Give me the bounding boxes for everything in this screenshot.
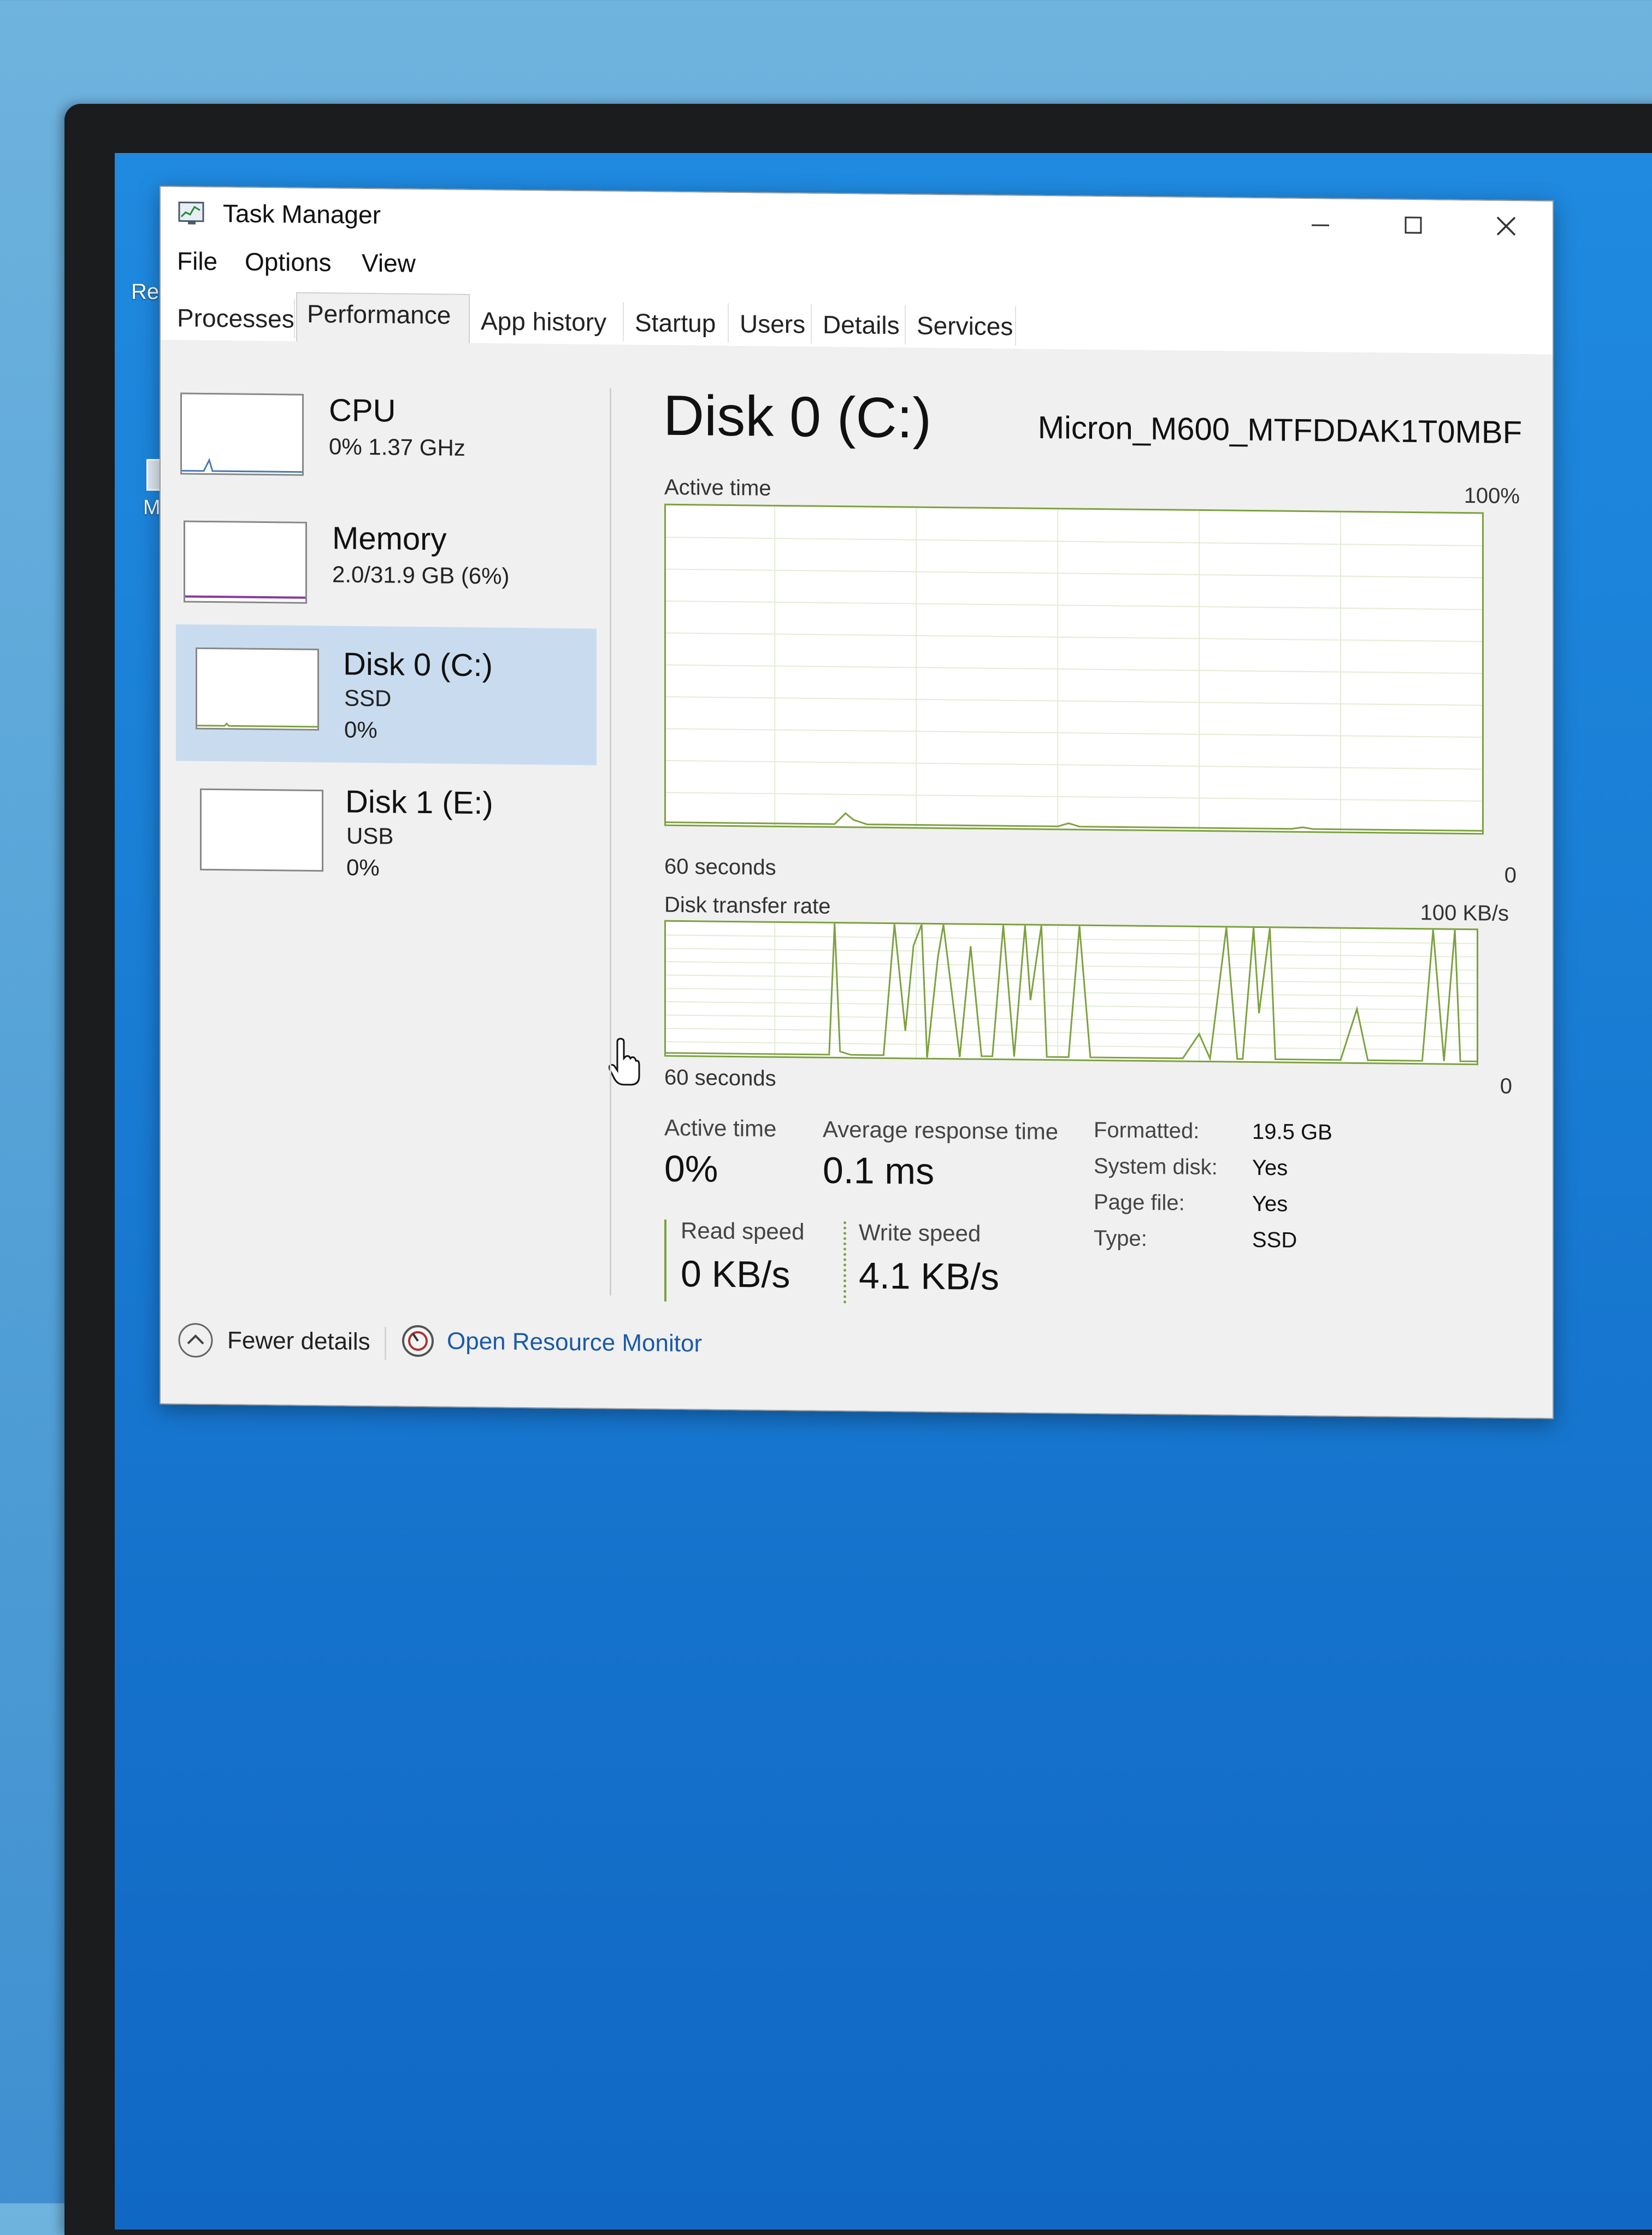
resource-item-disk1[interactable]: Disk 1 (E:) USB 0% [176, 766, 597, 902]
active-time-stat-label: Active time [664, 1115, 776, 1142]
memory-thumbnail-graph [184, 520, 307, 603]
memory-mini-graph [185, 522, 305, 602]
active-time-zero: 0 [1504, 863, 1517, 888]
menu-file[interactable]: File [177, 246, 217, 276]
resource-name: CPU [329, 392, 396, 429]
fewer-details-button[interactable]: Fewer details [177, 1321, 370, 1361]
menu-view[interactable]: View [362, 248, 416, 278]
disk0-thumbnail-graph [196, 648, 319, 731]
window-title: Task Manager [223, 198, 381, 230]
transfer-graph-label: Disk transfer rate [664, 893, 831, 919]
tab-details[interactable]: Details [813, 304, 906, 345]
desktop-icon-label[interactable]: M [143, 496, 161, 520]
prop-label-page-file: Page file: [1094, 1190, 1185, 1216]
resource-name: Memory [332, 520, 446, 557]
disk-title: Disk 0 (C:) [663, 384, 931, 451]
read-speed-value: 0 KB/s [681, 1252, 790, 1296]
read-speed-marker [664, 1220, 666, 1302]
open-resource-monitor-label: Open Resource Monitor [447, 1328, 702, 1358]
transfer-rate-graph-canvas [666, 922, 1477, 1064]
prop-value-system-disk: Yes [1252, 1156, 1288, 1181]
tab-processes[interactable]: Processes [167, 297, 295, 338]
transfer-x-label: 60 seconds [664, 1066, 776, 1091]
read-speed-label: Read speed [681, 1218, 805, 1245]
prop-label-system-disk: System disk: [1094, 1154, 1218, 1180]
cpu-mini-graph [182, 394, 302, 474]
avg-response-label: Average response time [823, 1116, 1058, 1145]
active-time-graph-max: 100% [1464, 484, 1520, 509]
active-time-x-label: 60 seconds [664, 855, 776, 880]
disk0-mini-graph [197, 649, 317, 729]
maximize-icon [1402, 214, 1424, 236]
task-manager-window: Task Manager File Options View Processes… [160, 186, 1554, 1419]
write-speed-marker [843, 1221, 846, 1303]
write-speed-label: Write speed [859, 1219, 981, 1246]
resource-name: Disk 1 (E:) [345, 784, 493, 822]
menu-options[interactable]: Options [245, 247, 332, 278]
resource-usage: 0% [344, 717, 377, 744]
resource-item-memory[interactable]: Memory 2.0/31.9 GB (6%) [176, 498, 597, 634]
tab-users[interactable]: Users [730, 303, 812, 344]
tab-performance[interactable]: Performance [296, 292, 470, 344]
active-time-graph [664, 504, 1484, 835]
resource-detail: 0% 1.37 GHz [329, 433, 465, 461]
resource-type: USB [346, 823, 393, 850]
cpu-thumbnail-graph [180, 392, 304, 475]
desktop-icon-label-recycle[interactable]: Re [131, 280, 159, 304]
close-button[interactable] [1460, 201, 1553, 252]
task-manager-icon [178, 199, 209, 227]
footer-separator [385, 1327, 386, 1360]
footer-bar: Fewer details Open Resource Monitor [161, 1294, 1553, 1418]
close-icon [1494, 214, 1518, 238]
open-resource-monitor-link[interactable]: Open Resource Monitor [401, 1324, 702, 1361]
resource-monitor-icon [401, 1324, 435, 1358]
tab-startup[interactable]: Startup [625, 302, 729, 343]
resource-type: SSD [344, 685, 391, 712]
active-time-graph-label: Active time [664, 475, 771, 501]
resource-detail: 2.0/31.9 GB (6%) [332, 561, 510, 589]
prop-label-formatted: Formatted: [1094, 1118, 1199, 1144]
disk-model: Micron_M600_MTFDDAK1T0MBF [1038, 409, 1522, 451]
resource-item-disk0[interactable]: Disk 0 (C:) SSD 0% [176, 624, 597, 765]
minimize-icon [1309, 213, 1331, 235]
hand-cursor-icon [607, 1038, 640, 1087]
write-speed-value: 4.1 KB/s [859, 1254, 999, 1298]
minimize-button[interactable] [1274, 198, 1367, 250]
chevron-up-circle-icon [177, 1321, 214, 1359]
disk1-thumbnail-graph [200, 789, 323, 872]
active-time-graph-canvas [666, 505, 1482, 833]
active-time-stat-value: 0% [664, 1148, 718, 1191]
tab-services[interactable]: Services [907, 305, 1016, 345]
transfer-graph-max: 100 KB/s [1420, 901, 1509, 926]
prop-value-type: SSD [1252, 1228, 1297, 1253]
maximize-button[interactable] [1367, 199, 1460, 251]
avg-response-value: 0.1 ms [823, 1149, 934, 1193]
tab-app-history[interactable]: App history [471, 301, 624, 342]
resource-item-cpu[interactable]: CPU 0% 1.37 GHz [176, 373, 597, 508]
prop-value-formatted: 19.5 GB [1252, 1120, 1332, 1145]
transfer-rate-graph [664, 920, 1478, 1066]
fewer-details-label: Fewer details [227, 1327, 370, 1356]
resource-name: Disk 0 (C:) [343, 646, 493, 684]
performance-panel: CPU 0% 1.37 GHz Memory 2.0/31.9 GB (6%) … [161, 340, 1553, 1418]
transfer-zero: 0 [1500, 1074, 1512, 1099]
prop-value-page-file: Yes [1252, 1192, 1288, 1217]
resource-usage: 0% [346, 855, 380, 881]
prop-label-type: Type: [1094, 1226, 1147, 1251]
pane-divider [610, 389, 611, 1296]
